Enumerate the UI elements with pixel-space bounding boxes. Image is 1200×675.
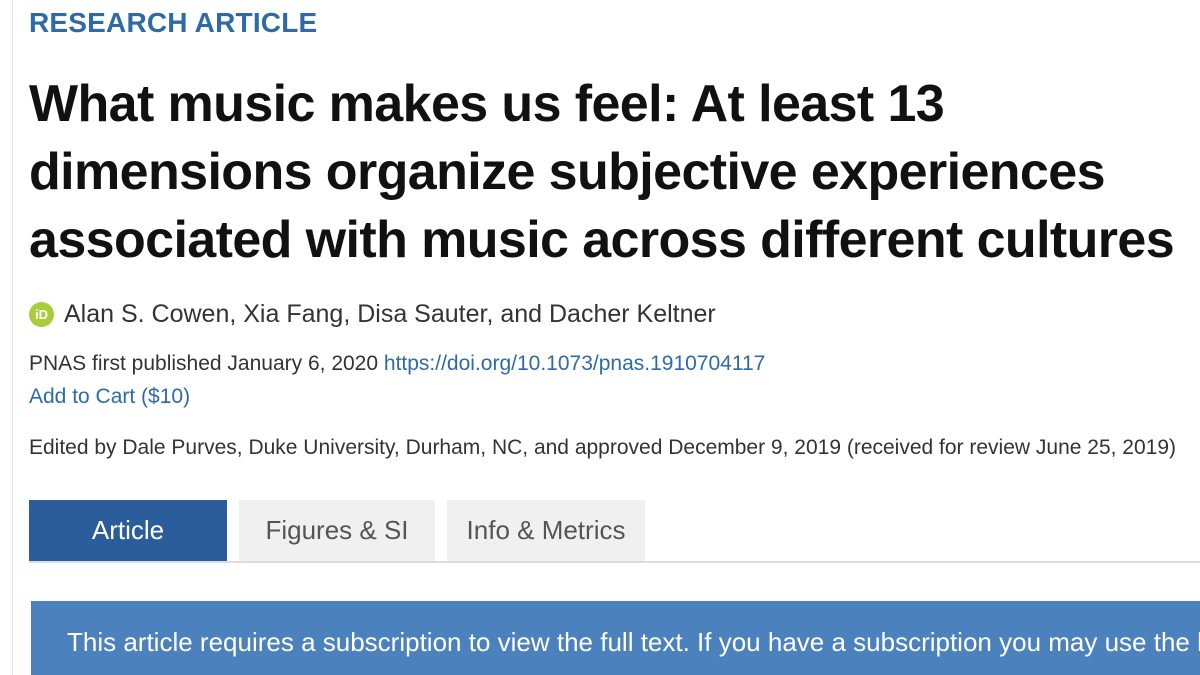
article-title: What music makes us feel: At least 13 di…	[29, 75, 1175, 269]
published-date: PNAS first published January 6, 2020	[29, 352, 379, 375]
subscription-notice-text: This article requires a subscription to …	[67, 627, 1200, 657]
left-divider	[12, 0, 13, 675]
tab-info-metrics[interactable]: Info & Metrics	[447, 500, 645, 561]
tabs-divider	[29, 561, 1200, 563]
doi-link[interactable]: https://doi.org/10.1073/pnas.1910704117	[384, 352, 765, 375]
article-page: RESEARCH ARTICLE What music makes us fee…	[0, 0, 1200, 675]
add-to-cart-link[interactable]: Add to Cart ($10)	[29, 385, 190, 409]
tab-article[interactable]: Article	[29, 500, 227, 561]
tab-figures-si[interactable]: Figures & SI	[239, 500, 435, 561]
section-label: RESEARCH ARTICLE	[29, 7, 318, 38]
subscription-notice: This article requires a subscription to …	[31, 601, 1200, 675]
authors-row: iD Alan S. Cowen, Xia Fang, Disa Sauter,…	[29, 298, 716, 330]
article-tabs: Article Figures & SI Info & Metrics	[29, 500, 657, 561]
edited-by-line: Edited by Dale Purves, Duke University, …	[29, 436, 1177, 459]
author-list[interactable]: Alan S. Cowen, Xia Fang, Disa Sauter, an…	[64, 300, 716, 329]
orcid-icon[interactable]: iD	[29, 301, 54, 327]
publication-line: PNAS first published January 6, 2020 htt…	[29, 352, 765, 376]
